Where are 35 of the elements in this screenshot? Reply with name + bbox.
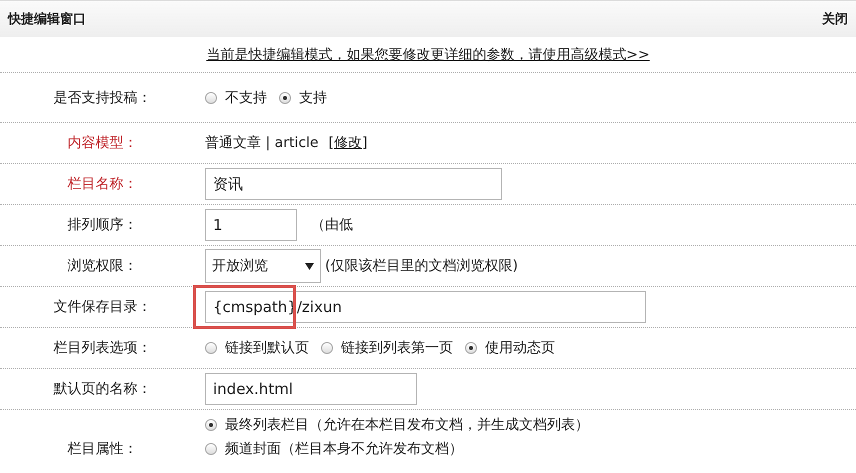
input-field[interactable]: 资讯 xyxy=(205,168,502,200)
radio-label: 支持 xyxy=(299,88,327,106)
radio-button[interactable] xyxy=(205,443,217,455)
radio-button[interactable] xyxy=(321,342,333,354)
radio-button[interactable] xyxy=(205,342,217,354)
radio-label: 链接到默认页 xyxy=(225,339,309,357)
radio-button[interactable] xyxy=(205,419,217,431)
radio-button[interactable] xyxy=(279,92,291,104)
input-field[interactable]: 1 xyxy=(205,209,297,241)
radio-button[interactable] xyxy=(205,92,217,104)
close-link[interactable]: 关闭 xyxy=(822,10,848,28)
input-field[interactable]: index.html xyxy=(205,373,417,405)
field-label: 栏目属性： xyxy=(68,441,138,457)
radio-label: 频道封面（栏目本身不允许发布文档） xyxy=(225,440,463,458)
window-title: 快捷编辑窗口 xyxy=(8,10,86,28)
field-label: 排列顺序： xyxy=(68,217,138,233)
radio-label: 不支持 xyxy=(225,88,267,106)
field-label: 默认页的名称： xyxy=(54,381,152,397)
field-label: 文件保存目录： xyxy=(54,299,152,315)
field-label: 浏览权限： xyxy=(68,258,138,274)
select-field[interactable]: 开放浏览 xyxy=(205,249,321,283)
field-label: 栏目列表选项： xyxy=(54,340,152,356)
radio-button[interactable] xyxy=(465,342,477,354)
field-label: 栏目名称： xyxy=(68,176,138,192)
radio-label: 链接到列表第一页 xyxy=(341,339,453,357)
radio-label: 使用动态页 xyxy=(485,339,555,357)
field-label: 内容模型： xyxy=(68,135,138,151)
hint-text: （由低 xyxy=(311,216,353,234)
advanced-mode-link[interactable]: 当前是快捷编辑模式，如果您要修改更详细的参数，请使用高级模式>> xyxy=(206,46,650,64)
field-label: 是否支持投稿： xyxy=(54,90,152,106)
dropdown-icon xyxy=(305,262,314,270)
edit-link[interactable]: [修改] xyxy=(328,134,368,152)
hint-text: (仅限该栏目里的文档浏览权限) xyxy=(325,257,518,275)
radio-label: 最终列表栏目（允许在本栏目发布文档，并生成文档列表） xyxy=(225,416,589,434)
model-text: 普通文章 | article xyxy=(205,134,319,152)
